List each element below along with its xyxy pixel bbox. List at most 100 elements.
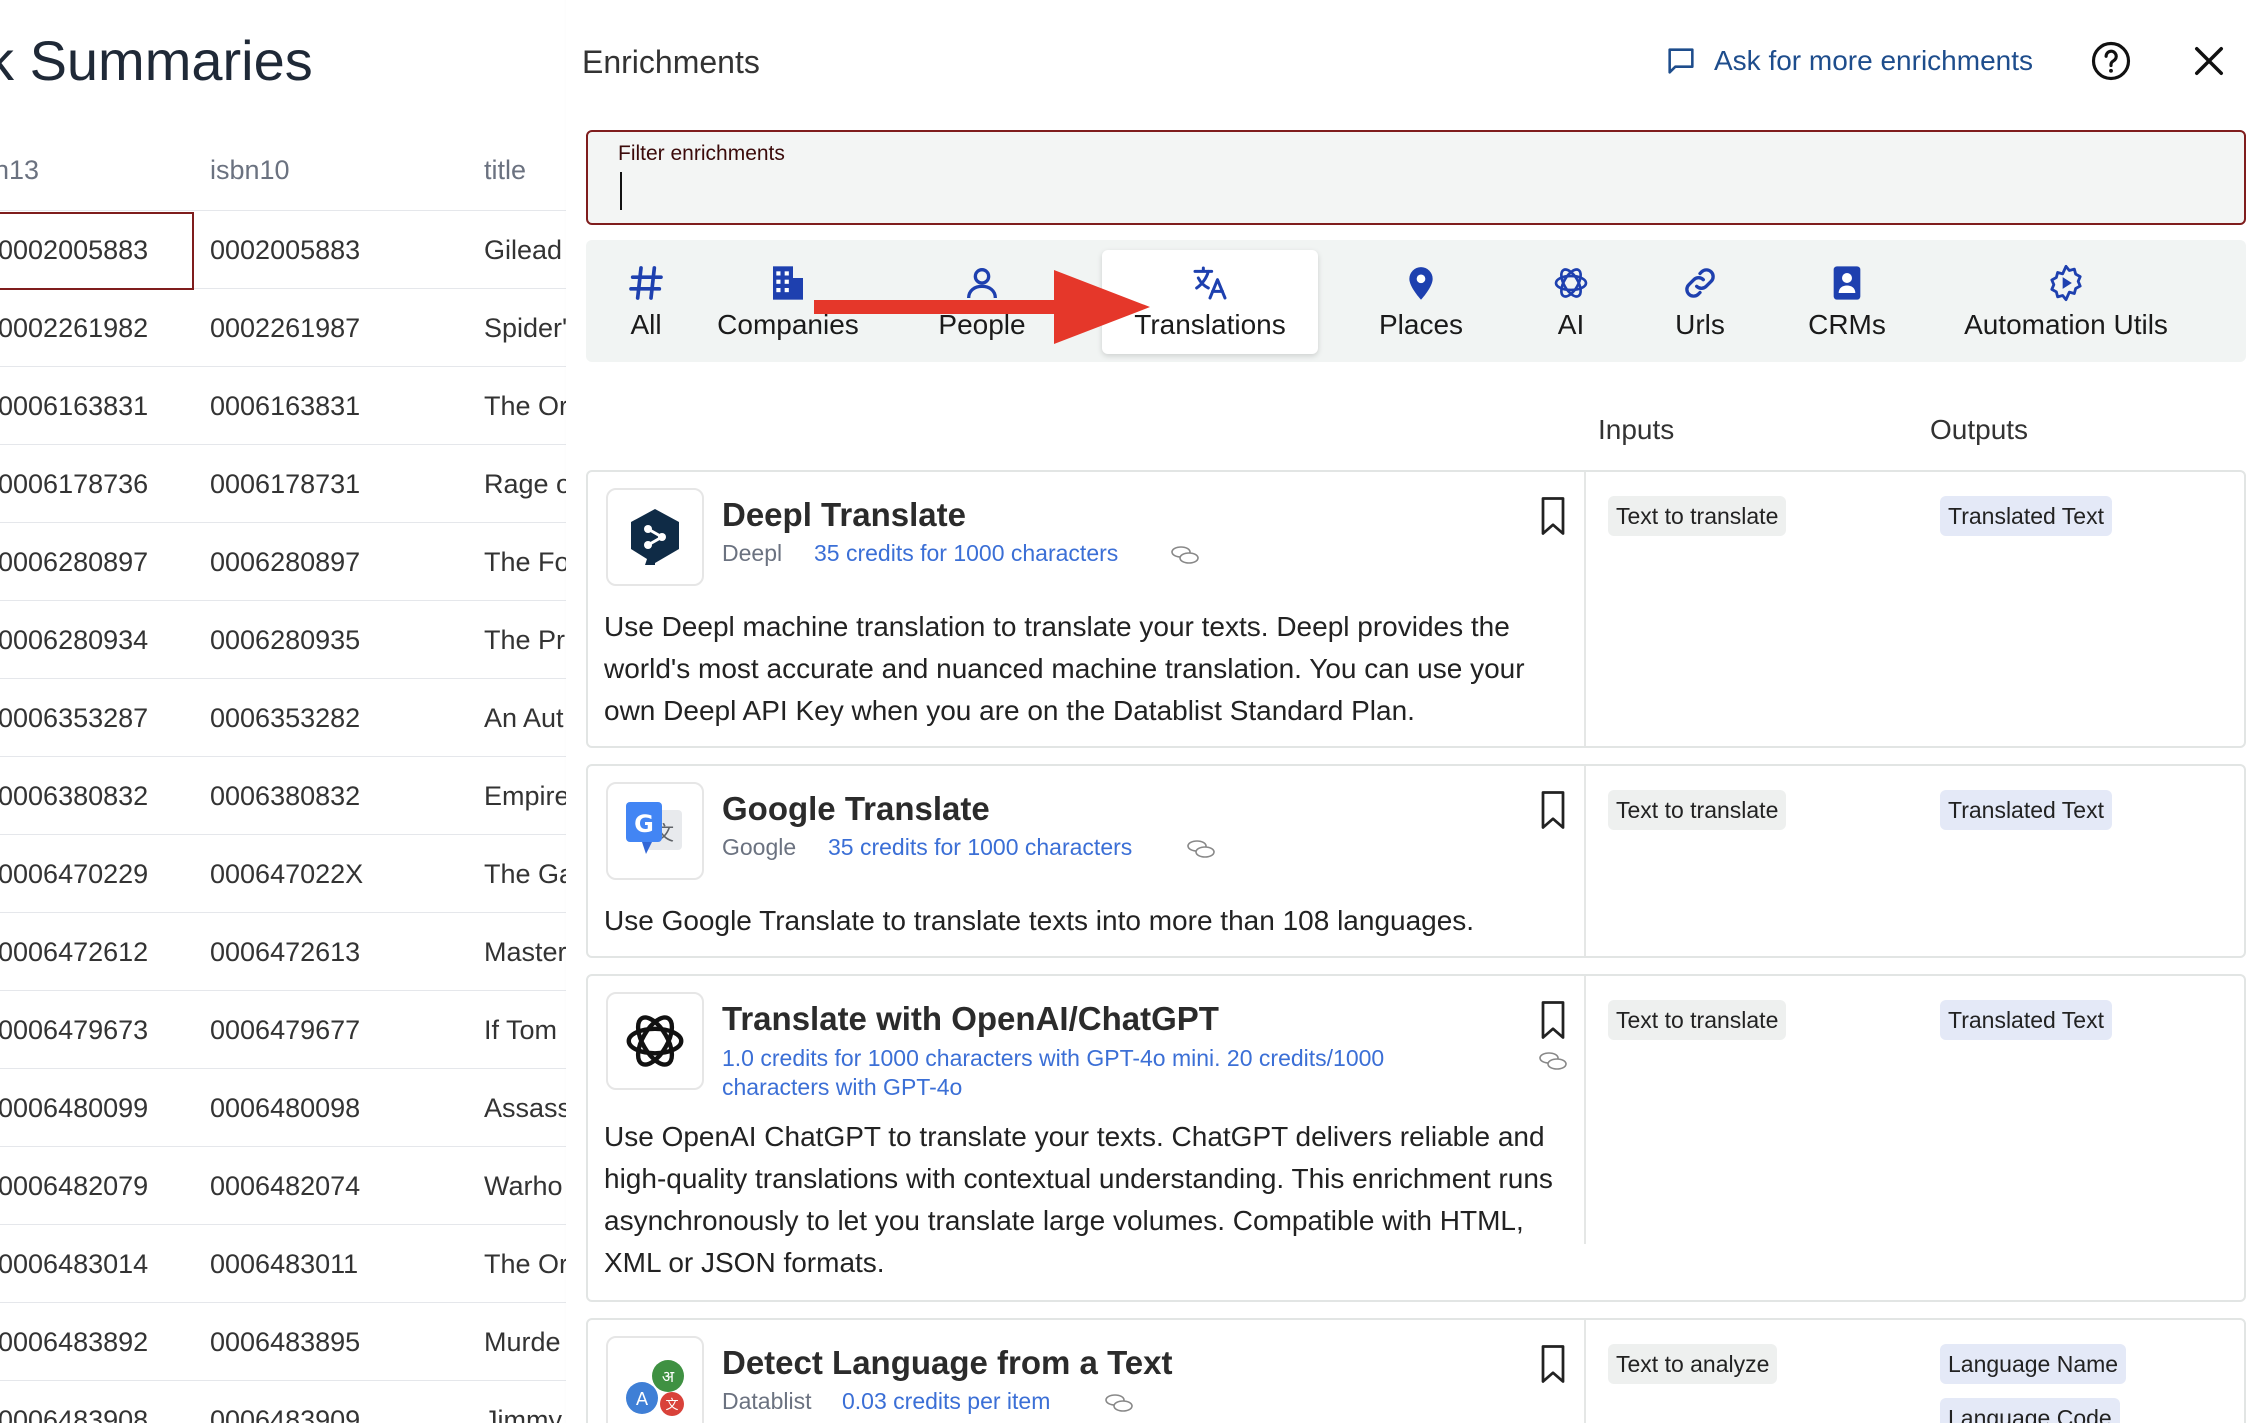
column-header-isbn10[interactable]: isbn10 [210, 155, 290, 186]
table-cell[interactable]: 0006280934 [0, 601, 148, 679]
tab-places[interactable]: Places [1356, 250, 1486, 354]
card-title: Deepl Translate [722, 496, 966, 533]
enrichment-card-detect-language[interactable]: अ A 文 Detect Language from a Text Databl… [586, 1318, 2246, 1423]
table-row[interactable]: 0006380832 0006380832 Empire [0, 756, 570, 834]
table-cell[interactable]: 0006483011 [210, 1225, 358, 1303]
table-cell[interactable]: If Tom [484, 991, 557, 1069]
table-cell[interactable]: The Fo [484, 523, 570, 601]
svg-text:अ: अ [662, 1367, 675, 1386]
table-cell[interactable]: 0006479677 [210, 991, 360, 1069]
tab-companies[interactable]: Companies [698, 250, 878, 354]
table-row[interactable]: 0006353287 0006353282 An Aut [0, 678, 570, 756]
table-cell[interactable]: Master [484, 913, 567, 991]
column-header-title[interactable]: title [484, 155, 526, 186]
filter-enrichments-field[interactable]: Filter enrichments [586, 130, 2246, 225]
person-icon [967, 268, 997, 299]
table-row[interactable]: 0006482079 0006482074 Warho [0, 1146, 570, 1224]
filter-input[interactable] [618, 172, 2198, 214]
enrichment-card-openai-translate[interactable]: Translate with OpenAI/ChatGPT 1.0 credit… [586, 974, 2246, 1302]
table-cell[interactable]: 0006480098 [210, 1069, 360, 1147]
bookmark-icon[interactable] [1538, 1344, 1568, 1384]
table-cell[interactable]: Gilead [484, 211, 562, 289]
table-cell[interactable]: The Or [484, 1225, 568, 1303]
table-cell[interactable]: 0002005883 [210, 211, 360, 289]
table-row[interactable]: 0006163831 0006163831 The Or [0, 366, 570, 444]
table-cell[interactable]: An Aut [484, 679, 564, 757]
table-cell[interactable]: 0006280897 [0, 523, 148, 601]
ask-for-more-enrichments-button[interactable]: Ask for more enrichments [1664, 40, 2033, 82]
card-credits: 0.03 credits per item [842, 1388, 1051, 1414]
table-row[interactable]: 0006483892 0006483895 Murde [0, 1302, 570, 1380]
table-cell[interactable]: 0006480099 [0, 1069, 148, 1147]
table-cell[interactable]: 0006380832 [210, 757, 360, 835]
openai-icon [1554, 268, 1588, 298]
table-cell[interactable]: 0006472612 [0, 913, 148, 991]
table-cell[interactable]: 0006353282 [210, 679, 360, 757]
input-chip: Text to analyze [1608, 1344, 1778, 1384]
table-cell[interactable]: Empire [484, 757, 570, 835]
table-cell[interactable]: 0002261982 [0, 289, 148, 367]
table-row[interactable]: 0006280934 0006280935 The Pr [0, 600, 570, 678]
collection-title: k Summaries [0, 29, 313, 92]
enrichment-card-google-translate[interactable]: 文 G Google Translate Google 35 credits f… [586, 764, 2246, 958]
table-cell[interactable]: 0006483895 [210, 1303, 360, 1381]
table-cell[interactable]: 0006163831 [0, 367, 148, 445]
table-cell[interactable]: The Pr [484, 601, 565, 679]
table-row[interactable]: 0006483908 0006483909 Jimmy [0, 1380, 570, 1423]
tab-people[interactable]: People [912, 250, 1052, 354]
help-icon[interactable] [2090, 40, 2132, 82]
table-cell[interactable]: The Ga [484, 835, 570, 913]
input-chip: Text to translate [1608, 1000, 1787, 1040]
tab-translations[interactable]: Translations [1102, 250, 1318, 354]
table-cell[interactable]: 0006483892 [0, 1303, 148, 1381]
table-cell[interactable]: 0006483014 [0, 1225, 148, 1303]
table-cell[interactable]: 0002261987 [210, 289, 360, 367]
table-cell[interactable]: Warho [484, 1147, 563, 1225]
tab-crms-label: CRMs [1808, 309, 1886, 340]
table-cell[interactable]: 0006163831 [210, 367, 360, 445]
tab-all[interactable]: All [606, 250, 686, 354]
table-row[interactable]: 0006483014 0006483011 The Or [0, 1224, 570, 1302]
table-row[interactable]: 0006472612 0006472613 Master [0, 912, 570, 990]
table-cell[interactable]: Spider' [484, 289, 567, 367]
card-title: Detect Language from a Text [722, 1344, 1173, 1381]
bookmark-icon[interactable] [1538, 496, 1568, 536]
table-cell[interactable]: 0006482079 [0, 1147, 148, 1225]
table-cell[interactable]: Jimmy [484, 1381, 562, 1423]
tab-automation-utils[interactable]: Automation Utils [1946, 250, 2186, 354]
card-title: Translate with OpenAI/ChatGPT [722, 1000, 1219, 1037]
table-row[interactable]: 0006470229 000647022X The Ga [0, 834, 570, 912]
table-cell[interactable]: 0006472613 [210, 913, 360, 991]
tab-urls[interactable]: Urls [1652, 250, 1748, 354]
table-cell[interactable]: 0006380832 [0, 757, 148, 835]
enrichment-card-deepl[interactable]: Deepl Translate Deepl 35 credits for 100… [586, 470, 2246, 748]
table-cell[interactable]: 0006280897 [210, 523, 360, 601]
bookmark-icon[interactable] [1538, 790, 1568, 830]
bookmark-icon[interactable] [1538, 1000, 1568, 1040]
table-cell[interactable]: 0006353287 [0, 679, 148, 757]
table-cell[interactable]: 0006479673 [0, 991, 148, 1069]
table-cell[interactable]: The Or [484, 367, 568, 445]
table-cell[interactable]: 0006470229 [0, 835, 148, 913]
table-cell[interactable]: 0006178736 [0, 445, 148, 523]
table-row[interactable]: 0006280897 0006280897 The Fo [0, 522, 570, 600]
table-row[interactable]: 0002261982 0002261987 Spider' [0, 288, 570, 366]
svg-text:A: A [636, 1389, 649, 1410]
table-cell[interactable]: Murde [484, 1303, 561, 1381]
column-header-isbn13[interactable]: n13 [0, 155, 39, 186]
tab-ai[interactable]: AI [1526, 250, 1616, 354]
table-row[interactable]: 0006480099 0006480098 Assass [0, 1068, 570, 1146]
table-cell[interactable]: 0006178731 [210, 445, 360, 523]
table-cell[interactable]: 0006483908 [0, 1381, 148, 1423]
google-translate-logo-icon: 文 G [606, 782, 704, 880]
table-cell[interactable]: Assass [484, 1069, 570, 1147]
table-cell[interactable]: 000647022X [210, 835, 363, 913]
table-cell[interactable]: Rage o [484, 445, 570, 523]
tab-crms[interactable]: CRMs [1782, 250, 1912, 354]
table-cell[interactable]: 0006482074 [210, 1147, 360, 1225]
table-row[interactable]: 0006178736 0006178731 Rage o [0, 444, 570, 522]
table-cell[interactable]: 0006483909 [210, 1381, 360, 1423]
close-icon[interactable] [2188, 40, 2230, 82]
table-row[interactable]: 0006479673 0006479677 If Tom [0, 990, 570, 1068]
table-cell[interactable]: 0006280935 [210, 601, 360, 679]
